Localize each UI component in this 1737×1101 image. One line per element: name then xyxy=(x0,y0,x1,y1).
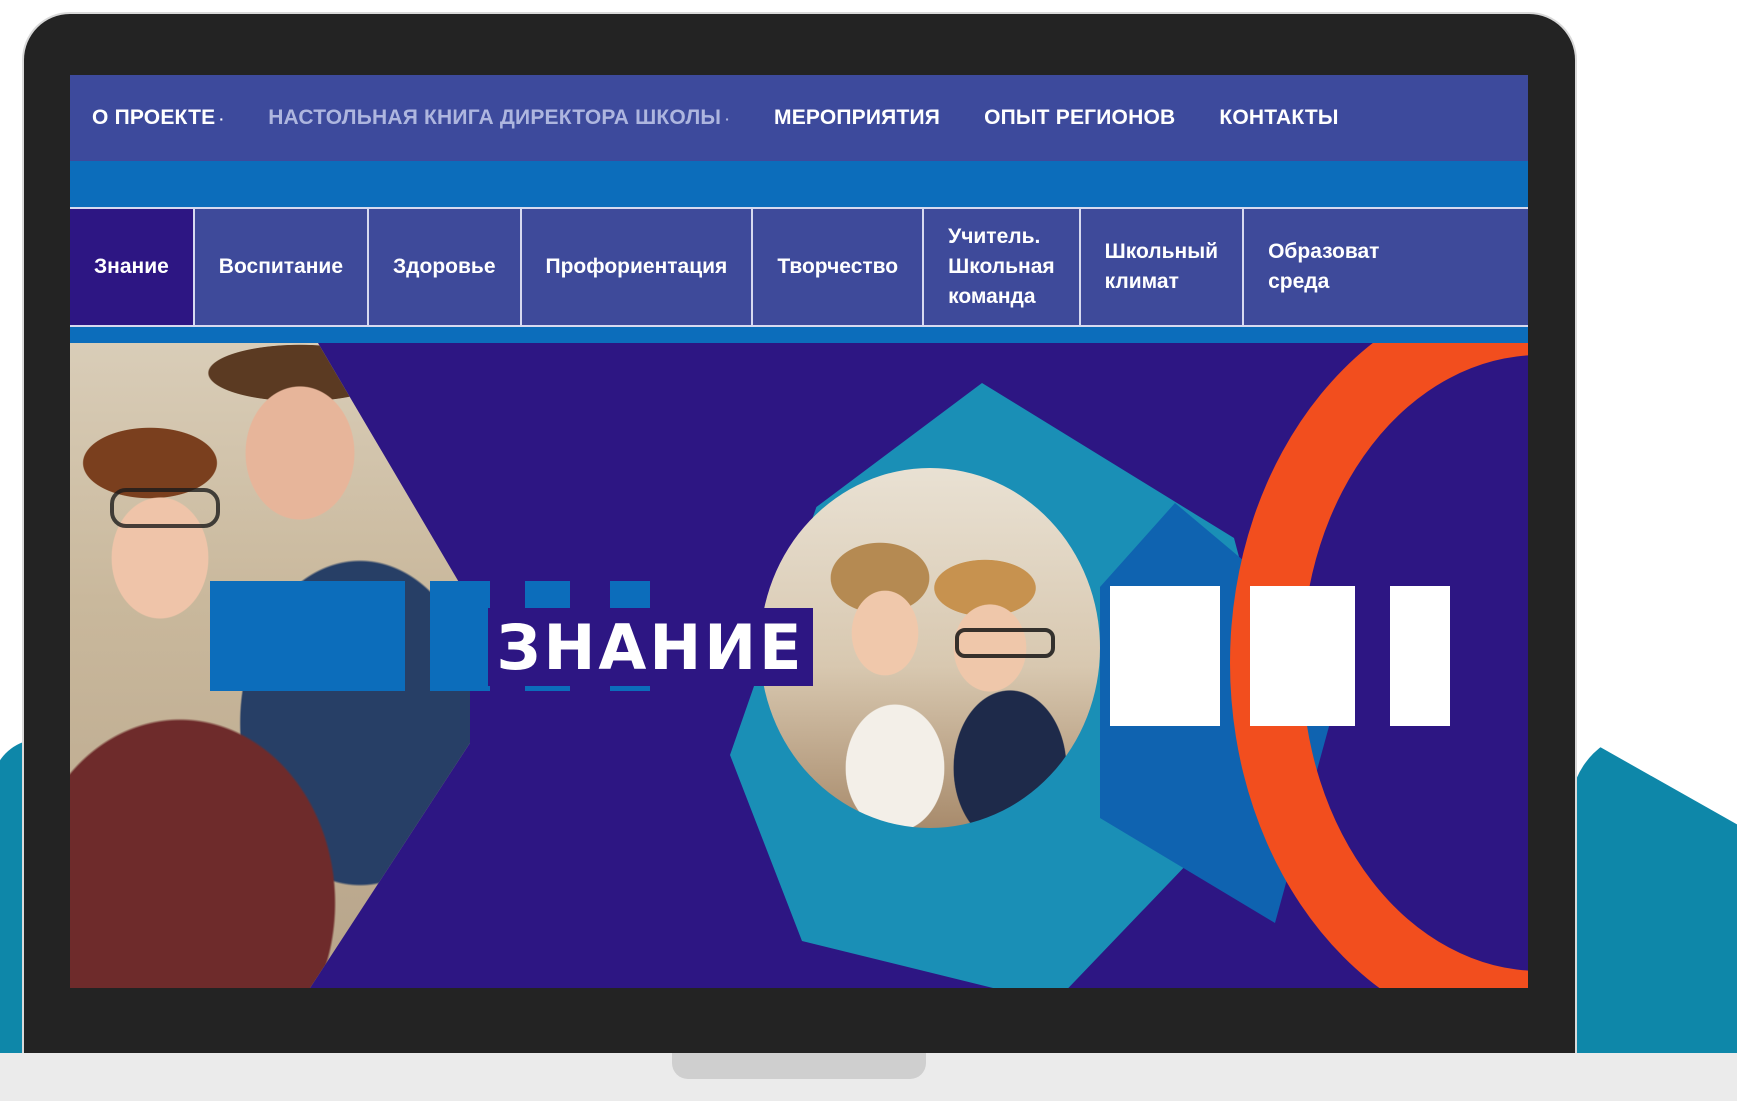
hero-title-plate: ЗНАНИЕ xyxy=(488,608,813,686)
white-block xyxy=(1110,586,1220,726)
tabs-underline-band xyxy=(70,327,1528,343)
white-block xyxy=(1390,586,1450,726)
blue-block xyxy=(210,581,405,691)
hero-title: ЗНАНИЕ xyxy=(496,610,805,684)
glasses-detail xyxy=(110,488,220,528)
nav-item-label: МЕРОПРИЯТИЯ xyxy=(774,106,941,129)
nav-item-regions-experience[interactable]: ОПЫТ РЕГИОНОВ xyxy=(984,106,1175,130)
laptop-notch xyxy=(672,1053,926,1079)
stage: О ПРОЕКТЕ · НАСТОЛЬНАЯ КНИГА ДИРЕКТОРА ШК… xyxy=(0,0,1737,1101)
nav-item-about[interactable]: О ПРОЕКТЕ · xyxy=(92,106,224,130)
header-band xyxy=(70,161,1528,207)
tab-teacher-school-team[interactable]: Учитель. Школьная команда xyxy=(924,209,1081,325)
tab-upbringing[interactable]: Воспитание xyxy=(195,209,370,325)
glasses-detail xyxy=(955,628,1055,658)
tab-creativity[interactable]: Творчество xyxy=(753,209,925,325)
teal-backdrop-right xyxy=(1570,730,1737,1101)
tab-health[interactable]: Здоровье xyxy=(369,209,522,325)
tab-educational-environment[interactable]: Образоват среда xyxy=(1244,209,1403,325)
white-block xyxy=(1250,586,1355,726)
nav-item-director-handbook[interactable]: НАСТОЛЬНАЯ КНИГА ДИРЕКТОРА ШКОЛЫ · xyxy=(268,106,730,130)
dropdown-caret-icon: · xyxy=(219,111,225,127)
nav-item-label: НАСТОЛЬНАЯ КНИГА ДИРЕКТОРА ШКОЛЫ xyxy=(268,106,722,129)
hero-banner: ЗНАНИЕ xyxy=(70,343,1528,988)
browser-screen: О ПРОЕКТЕ · НАСТОЛЬНАЯ КНИГА ДИРЕКТОРА ШК… xyxy=(70,75,1528,988)
blue-block xyxy=(430,581,490,691)
nav-item-contacts[interactable]: КОНТАКТЫ xyxy=(1219,106,1338,130)
nav-item-label: ОПЫТ РЕГИОНОВ xyxy=(984,106,1176,129)
nav-item-label: О ПРОЕКТЕ xyxy=(92,106,216,129)
tab-school-climate[interactable]: Школьный климат xyxy=(1081,209,1245,325)
dropdown-caret-icon: · xyxy=(725,111,731,127)
tab-career-guidance[interactable]: Профориентация xyxy=(522,209,754,325)
top-navigation: О ПРОЕКТЕ · НАСТОЛЬНАЯ КНИГА ДИРЕКТОРА ШК… xyxy=(70,75,1528,161)
nav-item-events[interactable]: МЕРОПРИЯТИЯ xyxy=(774,106,940,130)
tab-knowledge[interactable]: Знание xyxy=(70,209,195,325)
category-tabs: Знание Воспитание Здоровье Профориентаци… xyxy=(70,207,1528,327)
nav-item-label: КОНТАКТЫ xyxy=(1219,106,1339,129)
